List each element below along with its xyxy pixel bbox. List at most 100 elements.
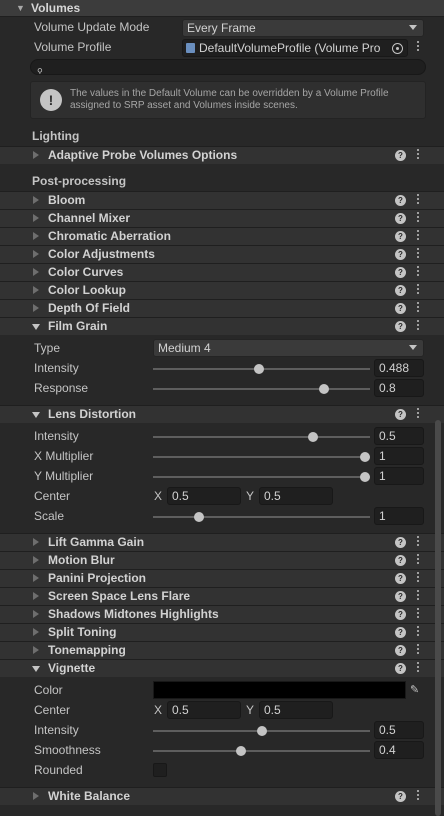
slider-thumb[interactable]	[235, 746, 246, 756]
expand-arrow-icon[interactable]	[33, 792, 39, 800]
menu-icon[interactable]	[416, 608, 420, 622]
lens-xmul-field[interactable]: 1	[374, 447, 424, 465]
object-picker-icon[interactable]	[392, 43, 403, 54]
help-icon[interactable]: ?	[395, 627, 406, 638]
film-grain-type-dropdown[interactable]: Medium 4	[153, 339, 424, 357]
override-panini-projection[interactable]: Panini Projection?	[0, 569, 444, 587]
slider-thumb[interactable]	[256, 726, 267, 736]
menu-icon[interactable]	[416, 644, 420, 658]
override-motion-blur[interactable]: Motion Blur?	[0, 551, 444, 569]
override-color-curves[interactable]: Color Curves?	[0, 263, 444, 281]
override-split-toning[interactable]: Split Toning?	[0, 623, 444, 641]
lens-scale-slider[interactable]	[153, 516, 370, 518]
expand-arrow-icon[interactable]	[33, 304, 39, 312]
volume-profile-field[interactable]: DefaultVolumeProfile (Volume Pro	[182, 39, 408, 57]
lens-center-x-field[interactable]: 0.5	[167, 487, 241, 505]
slider-thumb[interactable]	[318, 384, 329, 394]
film-grain-intensity-field[interactable]: 0.488	[374, 359, 424, 377]
help-icon[interactable]: ?	[395, 409, 406, 420]
help-icon[interactable]: ?	[395, 591, 406, 602]
expand-arrow-icon[interactable]	[33, 574, 39, 582]
menu-icon[interactable]	[416, 320, 420, 334]
override-adaptive-probe[interactable]: Adaptive Probe Volumes Options ?	[0, 146, 444, 164]
menu-icon[interactable]	[416, 284, 420, 298]
vignette-color-swatch[interactable]	[153, 681, 406, 699]
vignette-smoothness-field[interactable]: 0.4	[374, 741, 424, 759]
lens-ymul-field[interactable]: 1	[374, 467, 424, 485]
override-chromatic-aberration[interactable]: Chromatic Aberration?	[0, 227, 444, 245]
menu-icon[interactable]	[416, 194, 420, 208]
override-color-lookup[interactable]: Color Lookup?	[0, 281, 444, 299]
expand-arrow-icon[interactable]	[33, 214, 39, 222]
menu-icon[interactable]	[416, 590, 420, 604]
lens-intensity-slider[interactable]	[153, 436, 370, 438]
override-bloom[interactable]: Bloom?	[0, 191, 444, 209]
override-channel-mixer[interactable]: Channel Mixer?	[0, 209, 444, 227]
help-icon[interactable]: ?	[395, 249, 406, 260]
help-icon[interactable]: ?	[395, 213, 406, 224]
lens-center-y-field[interactable]: 0.5	[259, 487, 333, 505]
menu-icon[interactable]	[416, 266, 420, 280]
expand-arrow-icon[interactable]	[33, 250, 39, 258]
override-depth-of-field[interactable]: Depth Of Field?	[0, 299, 444, 317]
expand-arrow-icon[interactable]	[33, 151, 39, 159]
help-icon[interactable]: ?	[395, 555, 406, 566]
help-icon[interactable]: ?	[395, 791, 406, 802]
menu-icon[interactable]	[416, 408, 420, 422]
help-icon[interactable]: ?	[395, 150, 406, 161]
override-vignette[interactable]: Vignette?	[0, 659, 444, 677]
vignette-center-x-field[interactable]: 0.5	[167, 701, 241, 719]
help-icon[interactable]: ?	[395, 537, 406, 548]
help-icon[interactable]: ?	[395, 231, 406, 242]
expand-arrow-icon[interactable]	[33, 610, 39, 618]
menu-icon[interactable]	[416, 572, 420, 586]
collapse-arrow-icon[interactable]	[32, 412, 40, 418]
collapse-arrow-icon[interactable]	[32, 324, 40, 330]
help-icon[interactable]: ?	[395, 195, 406, 206]
override-tonemapping[interactable]: Tonemapping?	[0, 641, 444, 659]
help-icon[interactable]: ?	[395, 663, 406, 674]
menu-icon[interactable]	[416, 554, 420, 568]
volumes-header[interactable]: ▼ Volumes	[0, 0, 444, 17]
profile-menu-icon[interactable]	[416, 41, 420, 55]
override-lift-gamma-gain[interactable]: Lift Gamma Gain?	[0, 533, 444, 551]
film-grain-response-slider[interactable]	[153, 388, 370, 390]
lens-scale-field[interactable]: 1	[374, 507, 424, 525]
menu-icon[interactable]	[416, 662, 420, 676]
film-grain-response-field[interactable]: 0.8	[374, 379, 424, 397]
slider-thumb[interactable]	[360, 472, 370, 482]
help-icon[interactable]: ?	[395, 285, 406, 296]
help-icon[interactable]: ?	[395, 303, 406, 314]
expand-arrow-icon[interactable]	[33, 592, 39, 600]
expand-arrow-icon[interactable]	[33, 556, 39, 564]
eyedropper-icon[interactable]: ✎	[410, 683, 419, 696]
menu-icon[interactable]	[416, 626, 420, 640]
collapse-arrow-icon[interactable]	[32, 666, 40, 672]
vignette-smoothness-slider[interactable]	[153, 750, 370, 752]
vignette-intensity-field[interactable]: 0.5	[374, 721, 424, 739]
search-input[interactable]: ⚲	[30, 59, 426, 75]
help-icon[interactable]: ?	[395, 573, 406, 584]
menu-icon[interactable]	[416, 790, 420, 804]
expand-arrow-icon[interactable]	[33, 196, 39, 204]
collapse-arrow-icon[interactable]: ▼	[16, 3, 25, 13]
help-icon[interactable]: ?	[395, 645, 406, 656]
menu-icon[interactable]	[416, 149, 420, 163]
help-icon[interactable]: ?	[395, 609, 406, 620]
override-lens-distortion[interactable]: Lens Distortion?	[0, 405, 444, 423]
vertical-scrollbar[interactable]	[435, 420, 441, 816]
menu-icon[interactable]	[416, 536, 420, 550]
lens-xmul-slider[interactable]	[153, 456, 370, 458]
vignette-center-y-field[interactable]: 0.5	[259, 701, 333, 719]
vignette-rounded-checkbox[interactable]	[153, 763, 167, 777]
slider-thumb[interactable]	[360, 452, 370, 462]
lens-ymul-slider[interactable]	[153, 476, 370, 478]
expand-arrow-icon[interactable]	[33, 268, 39, 276]
override-screen-space-lens-flare[interactable]: Screen Space Lens Flare?	[0, 587, 444, 605]
help-icon[interactable]: ?	[395, 267, 406, 278]
override-shadows-midtones-highlights[interactable]: Shadows Midtones Highlights?	[0, 605, 444, 623]
slider-thumb[interactable]	[194, 512, 205, 522]
lens-intensity-field[interactable]: 0.5	[374, 427, 424, 445]
slider-thumb[interactable]	[308, 432, 319, 442]
volume-update-mode-dropdown[interactable]: Every Frame	[182, 19, 424, 37]
